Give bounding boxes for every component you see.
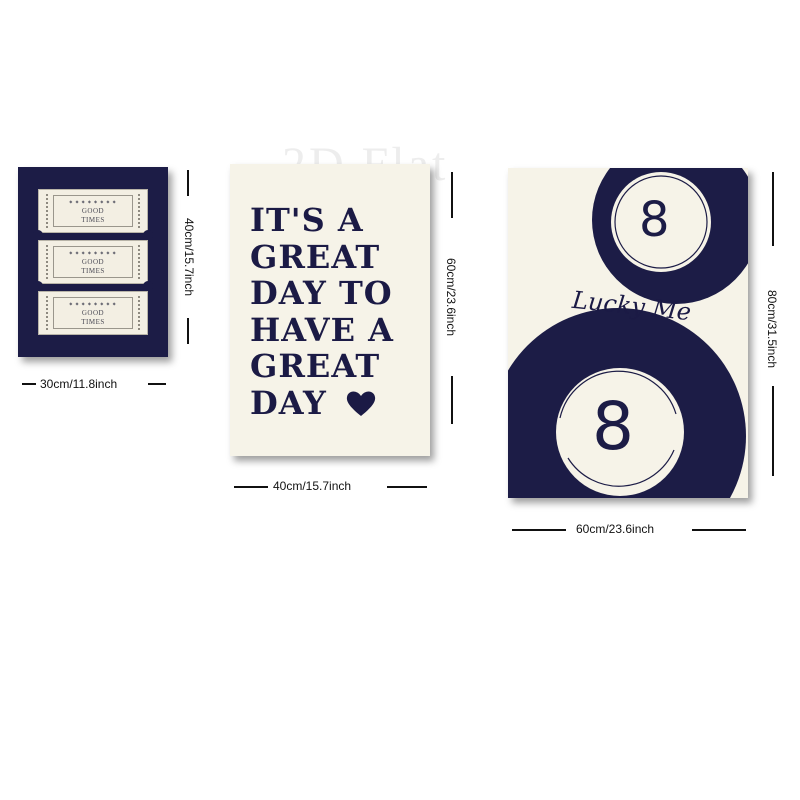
ticket-text-line2: TIMES	[81, 216, 105, 224]
ticket-text-line2: TIMES	[81, 267, 105, 275]
ticket-text-line1: GOOD	[81, 207, 105, 215]
heart-icon	[346, 391, 376, 416]
dim-width-large: 60cm/23.6inch	[576, 522, 655, 536]
ticket-text-line2: TIMES	[81, 318, 105, 326]
dim-width-small: 30cm/11.8inch	[40, 377, 118, 391]
ball-number-top: 8	[639, 192, 670, 248]
ticket-icon: ◆ ◆ ◆ ◆ ◆ ◆ ◆ ◆ GOOD TIMES	[38, 291, 148, 335]
poster-great-day: IT'S A GREAT DAY TO HAVE A GREAT DAY	[230, 164, 430, 456]
quote-line: GREAT	[250, 347, 381, 385]
quote-line: GREAT	[250, 237, 381, 276]
dim-height-small: 40cm/15.7inch	[182, 217, 196, 297]
dim-height-medium: 60cm/23.6inch	[444, 257, 458, 337]
ticket-icon: ◆ ◆ ◆ ◆ ◆ ◆ ◆ ◆ GOOD TIMES	[38, 240, 148, 284]
quote-line: HAVE A	[250, 310, 394, 349]
dim-width-medium: 40cm/15.7inch	[273, 479, 352, 493]
quote-line: IT'S A	[250, 201, 364, 239]
ball-number-bottom: 8	[592, 388, 634, 465]
dim-height-large: 80cm/31.5inch	[765, 289, 779, 369]
poster-lucky-me: 8 8 Lucky Me	[508, 168, 748, 498]
ticket-text-line1: GOOD	[81, 309, 105, 317]
quote-line: DAY TO	[250, 274, 393, 312]
ticket-text-line1: GOOD	[81, 258, 105, 266]
poster-good-times: ◆ ◆ ◆ ◆ ◆ ◆ ◆ ◆ GOOD TIMES ◆ ◆ ◆ ◆ ◆ ◆ ◆…	[18, 167, 168, 357]
ticket-icon: ◆ ◆ ◆ ◆ ◆ ◆ ◆ ◆ GOOD TIMES	[38, 189, 148, 233]
